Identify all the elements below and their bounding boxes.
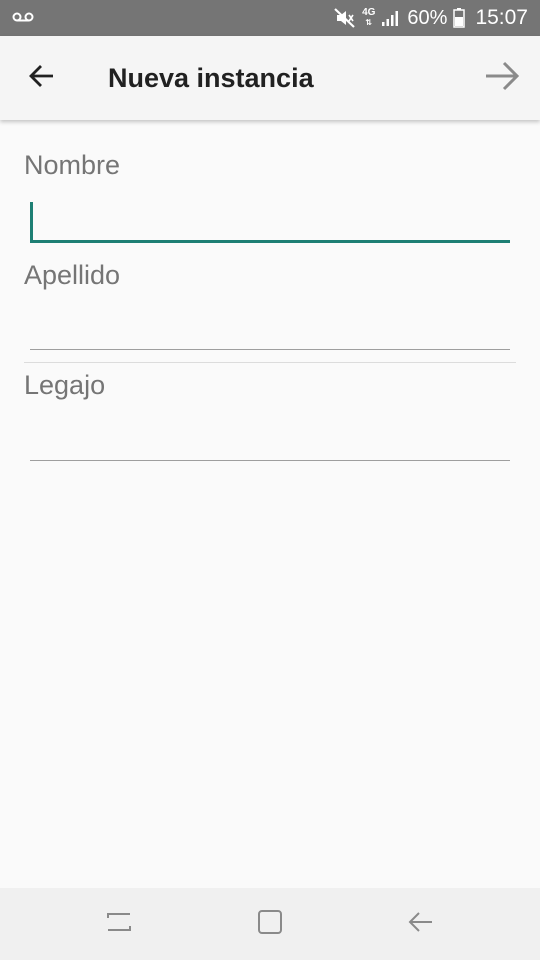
nav-back-button[interactable] — [397, 900, 445, 948]
status-icons: 4G ⇅ 60% 15:07 — [334, 0, 528, 36]
home-button[interactable] — [246, 900, 294, 948]
network-activity-arrows-icon: ⇅ — [365, 18, 373, 27]
field-label: Nombre — [24, 150, 121, 180]
legajo-underline — [30, 460, 510, 461]
legajo-input[interactable] — [30, 416, 510, 462]
nombre-underline — [30, 240, 510, 243]
back-button[interactable] — [18, 54, 66, 102]
mute-icon — [334, 8, 356, 28]
text-cursor — [30, 202, 33, 240]
voicemail-icon — [12, 10, 34, 24]
signal-icon — [381, 9, 399, 27]
network-type-text: 4G — [362, 7, 376, 18]
screen: 4G ⇅ 60% 15:07 Nueva instancia Nombre Ap… — [0, 0, 540, 960]
battery-percent: 60% — [407, 6, 448, 29]
nombre-input[interactable] — [30, 196, 510, 242]
page-title: Nueva instancia — [108, 63, 314, 93]
network-type-label: 4G ⇅ — [362, 8, 375, 28]
field-label: Legajo — [24, 370, 106, 400]
field-label: Apellido — [24, 260, 121, 290]
arrow-left-icon — [28, 62, 56, 95]
system-nav-bar — [0, 888, 540, 960]
clock: 15:07 — [475, 6, 528, 29]
apellido-underline — [30, 349, 510, 350]
nav-back-icon — [407, 910, 435, 939]
app-bar: Nueva instancia — [0, 36, 540, 120]
recents-icon — [106, 910, 132, 939]
arrow-right-icon — [484, 60, 520, 97]
recents-button[interactable] — [95, 900, 143, 948]
apellido-input[interactable] — [30, 306, 510, 352]
status-bar: 4G ⇅ 60% 15:07 — [0, 0, 540, 36]
battery-icon — [453, 8, 466, 28]
home-icon — [257, 909, 283, 940]
divider — [24, 362, 516, 363]
next-button[interactable] — [478, 54, 526, 102]
